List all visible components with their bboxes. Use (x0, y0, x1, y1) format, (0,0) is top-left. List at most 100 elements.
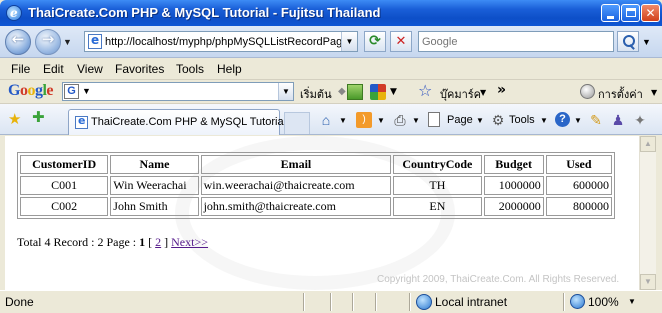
google-search-field[interactable]: G ▼ ▼ (62, 82, 294, 101)
chevron-down-icon[interactable]: ▼ (412, 116, 420, 125)
pager-open-bracket: [ (148, 235, 153, 249)
zoom-level[interactable]: 100% (588, 295, 619, 309)
back-button[interactable]: ← (5, 29, 31, 55)
page-content: CustomerID Name Email CountryCode Budget… (5, 136, 639, 290)
print-icon[interactable]: ⎙ (392, 112, 408, 128)
menu-edit[interactable]: Edit (43, 62, 64, 76)
chevron-down-icon[interactable]: ▼ (377, 116, 385, 125)
cell-countrycode: EN (393, 197, 482, 216)
chevron-down-icon: ▼ (82, 86, 91, 96)
bookmark-star-icon[interactable]: ☆ (418, 84, 434, 100)
search-input[interactable] (422, 33, 610, 50)
picture-icon[interactable] (347, 84, 363, 100)
table-header-row: CustomerID Name Email CountryCode Budget… (20, 155, 612, 174)
header-used: Used (545, 155, 612, 174)
chevron-down-icon[interactable]: ▼ (339, 116, 347, 125)
status-divider (375, 293, 377, 311)
messenger-icon[interactable]: ♟ (610, 112, 626, 128)
cell-budget: 1000000 (483, 176, 544, 195)
status-divider (352, 293, 354, 311)
status-text: Done (5, 295, 34, 309)
navigation-bar: ← → ▼ ▼ ⟳ ✕ ▼ (0, 26, 662, 58)
google-search-dropdown[interactable]: ▼ (278, 83, 293, 100)
google-apps-icon[interactable] (370, 84, 386, 100)
page-icon (88, 33, 102, 49)
menu-help[interactable]: Help (217, 62, 242, 76)
ie-app-icon[interactable]: e (6, 5, 22, 21)
home-icon[interactable]: ⌂ (318, 112, 334, 128)
header-customerid: CustomerID (20, 155, 109, 174)
maximize-button[interactable] (621, 4, 640, 22)
chevron-down-icon: ▼ (476, 116, 484, 125)
header-name: Name (110, 155, 199, 174)
search-box[interactable] (418, 31, 614, 52)
google-g-icon: G (64, 84, 79, 99)
gear-icon: ⚙ (491, 112, 505, 128)
forward-button[interactable]: → (35, 29, 61, 55)
search-options-dropdown[interactable]: ▼ (642, 37, 651, 47)
settings-tool-icon[interactable]: ✦ (632, 112, 648, 128)
tools-menu-button[interactable]: Tools (509, 114, 535, 126)
help-icon[interactable]: ? (555, 112, 570, 127)
status-divider (330, 293, 332, 311)
refresh-button[interactable]: ⟳ (364, 31, 386, 52)
zoom-icon[interactable] (570, 294, 585, 309)
page-menu-button[interactable]: Page (447, 114, 473, 126)
google-search-button[interactable]: เริ่มต้น (300, 85, 332, 103)
cell-name: Win Weerachai (110, 176, 199, 195)
tab-label: ThaiCreate.Com PHP & MySQL Tutorial (91, 116, 287, 128)
cell-used: 600000 (545, 176, 612, 195)
chevron-down-icon[interactable]: ▼ (390, 87, 397, 97)
research-icon[interactable]: ✎ (588, 112, 604, 128)
address-dropdown-button[interactable]: ▼ (341, 32, 357, 51)
tab-page-icon (75, 114, 88, 129)
chevron-down-icon: ▼ (540, 116, 548, 125)
cell-email: john.smith@thaicreate.com (200, 197, 392, 216)
scroll-up-button[interactable]: ▲ (640, 136, 656, 152)
zoom-dropdown[interactable]: ▼ (628, 297, 636, 306)
status-bar: Done Local intranet 100% ▼ (0, 290, 662, 313)
close-button[interactable]: ✕ (641, 4, 660, 22)
customer-table: CustomerID Name Email CountryCode Budget… (17, 152, 615, 219)
chevron-down-icon: ▼ (651, 88, 658, 97)
address-input[interactable] (105, 33, 341, 50)
google-logo[interactable]: Google (8, 82, 53, 100)
pager-next-link[interactable]: Next>> (171, 235, 208, 249)
more-tools-button[interactable]: » (497, 82, 506, 98)
menu-file[interactable]: File (11, 62, 30, 76)
rss-feed-icon[interactable]: ) (356, 112, 372, 128)
bookmarks-button[interactable]: บุ๊คมาร์ค (440, 85, 481, 103)
security-zone[interactable]: Local intranet (435, 295, 507, 309)
cell-countrycode: TH (393, 176, 482, 195)
address-bar[interactable]: ▼ (84, 31, 358, 52)
menu-tools[interactable]: Tools (176, 62, 204, 76)
recent-pages-dropdown[interactable]: ▼ (63, 37, 72, 47)
menu-favorites[interactable]: Favorites (115, 62, 164, 76)
menu-view[interactable]: View (77, 62, 103, 76)
scroll-down-button[interactable]: ▼ (640, 274, 656, 290)
new-tab-button[interactable] (284, 112, 310, 134)
tab-active[interactable]: ThaiCreate.Com PHP & MySQL Tutorial (68, 109, 286, 135)
chevron-down-icon[interactable]: ▼ (574, 116, 582, 125)
intranet-globe-icon (416, 294, 432, 310)
settings-circle-icon[interactable] (580, 84, 595, 99)
copyright-text: Copyright 2009, ThaiCreate.Com. All Righ… (377, 274, 620, 285)
pager-page-2-link[interactable]: 2 (155, 235, 161, 249)
header-countrycode: CountryCode (393, 155, 482, 174)
favorites-center-icon[interactable]: ★ (8, 112, 21, 127)
add-favorite-icon[interactable]: ✚ (32, 110, 45, 125)
minimize-button[interactable] (601, 4, 620, 22)
pagination: Total 4 Record : 2 Page : 1 [ 2 ] Next>> (17, 235, 208, 250)
cell-customerid: C001 (20, 176, 109, 195)
settings-button[interactable]: การตั้งค่า (598, 85, 643, 103)
window-right-border (656, 136, 662, 290)
title-bar[interactable]: e ThaiCreate.Com PHP & MySQL Tutorial - … (0, 0, 662, 26)
pager-current-page: 1 (139, 235, 146, 249)
status-divider (409, 293, 411, 311)
page-menu-icon (428, 112, 440, 127)
tab-bar: ★ ✚ ThaiCreate.Com PHP & MySQL Tutorial … (0, 104, 662, 135)
search-go-button[interactable] (617, 31, 639, 52)
vertical-scrollbar[interactable]: ▲ ▼ (639, 136, 656, 290)
table-row: C001 Win Weerachai win.weerachai@thaicre… (20, 176, 612, 195)
stop-button[interactable]: ✕ (390, 31, 412, 52)
